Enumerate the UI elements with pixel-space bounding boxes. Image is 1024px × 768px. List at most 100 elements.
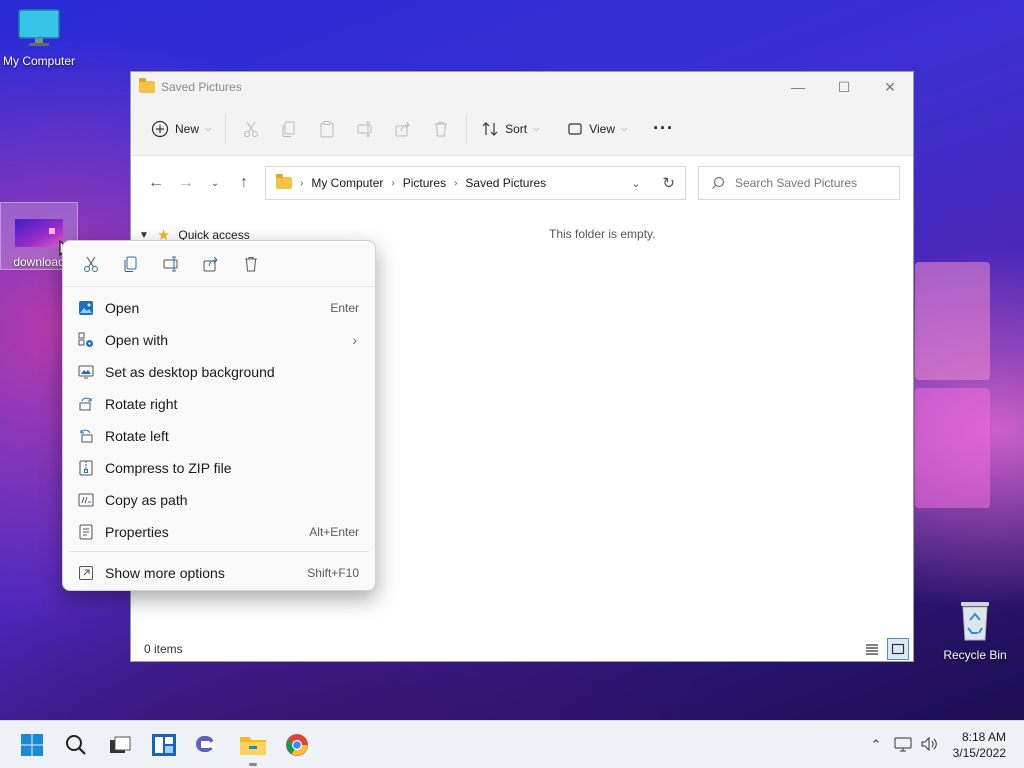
view-label: View xyxy=(589,121,615,136)
clock[interactable]: 8:18 AM 3/15/2022 xyxy=(953,729,1006,761)
context-share-button[interactable] xyxy=(195,248,227,280)
large-icons-view-button[interactable] xyxy=(887,638,909,660)
desktop-icon-my-computer[interactable]: My Computer xyxy=(1,8,77,68)
up-button[interactable]: ↑ xyxy=(229,168,259,198)
view-button[interactable]: View ⌵ xyxy=(559,113,635,145)
zip-icon xyxy=(79,460,93,476)
sort-button[interactable]: Sort ⌵ xyxy=(473,113,547,145)
menu-item-shortcut: Alt+Enter xyxy=(309,525,359,539)
address-controls: ⌄ ↻ xyxy=(631,167,675,199)
rename-button[interactable] xyxy=(350,114,380,144)
context-cut-button[interactable] xyxy=(75,248,107,280)
folder-icon xyxy=(276,174,292,189)
empty-folder-message: This folder is empty. xyxy=(549,227,656,241)
maximize-button[interactable]: ☐ xyxy=(821,72,867,102)
menu-item-open[interactable]: Open Enter xyxy=(69,293,369,323)
tiles-view-icon xyxy=(891,643,905,655)
menu-item-label: Rotate left xyxy=(105,428,169,444)
breadcrumb-separator: › xyxy=(391,177,395,189)
cut-button[interactable] xyxy=(236,114,266,144)
folder-icon xyxy=(139,78,155,93)
menu-item-properties[interactable]: Properties Alt+Enter xyxy=(69,517,369,547)
taskbar: ⌃ 8:18 AM 3/15/2022 xyxy=(0,720,1024,768)
details-view-button[interactable] xyxy=(861,638,883,660)
copy-button[interactable] xyxy=(274,114,304,144)
chevron-up-icon[interactable]: ⌃ xyxy=(866,737,886,753)
chevron-down-icon: ⌵ xyxy=(533,123,540,133)
refresh-button[interactable]: ↻ xyxy=(662,174,675,192)
delete-button[interactable] xyxy=(426,114,456,144)
close-button[interactable]: ✕ xyxy=(867,72,913,102)
menu-item-shortcut: Enter xyxy=(330,301,359,315)
recent-locations-button[interactable]: ⌄ xyxy=(201,168,229,198)
window-controls: — ☐ ✕ xyxy=(775,72,913,102)
monitor-icon xyxy=(18,9,60,46)
menu-item-show-more-options[interactable]: Show more options Shift+F10 xyxy=(69,558,369,588)
copy-icon xyxy=(282,121,295,137)
minimize-button[interactable]: — xyxy=(775,72,821,102)
breadcrumb-item[interactable]: Saved Pictures xyxy=(465,176,546,190)
search-box[interactable]: Search Saved Pictures xyxy=(698,166,900,200)
menu-item-label: Properties xyxy=(105,524,169,540)
search-icon xyxy=(712,176,725,189)
view-icon xyxy=(568,122,582,135)
paste-button[interactable] xyxy=(312,114,342,144)
image-thumbnail-icon xyxy=(15,219,63,247)
widgets-button[interactable] xyxy=(148,729,180,761)
clock-date: 3/15/2022 xyxy=(952,746,1006,760)
chrome-button[interactable] xyxy=(281,729,313,761)
menu-item-set-desktop-background[interactable]: Set as desktop background xyxy=(69,357,369,387)
menu-item-copy-as-path[interactable]: Copy as path xyxy=(69,485,369,515)
menu-item-compress-zip[interactable]: Compress to ZIP file xyxy=(69,453,369,483)
context-copy-button[interactable] xyxy=(115,248,147,280)
volume-icon[interactable] xyxy=(920,736,938,755)
start-button[interactable] xyxy=(16,729,48,761)
menu-item-rotate-left[interactable]: Rotate left xyxy=(69,421,369,451)
back-button[interactable]: ← xyxy=(141,168,171,198)
menu-item-label: Show more options xyxy=(105,565,225,581)
address-bar[interactable]: › My Computer › Pictures › Saved Picture… xyxy=(265,166,686,200)
arrow-left-icon: ← xyxy=(148,174,164,191)
share-icon xyxy=(395,121,410,136)
context-delete-button[interactable] xyxy=(235,248,267,280)
widgets-icon xyxy=(152,734,176,756)
network-icon[interactable] xyxy=(894,736,912,755)
menu-divider xyxy=(69,551,369,552)
chevron-down-icon: ⌄ xyxy=(210,177,220,189)
breadcrumb-separator: › xyxy=(300,177,304,189)
file-explorer-button[interactable] xyxy=(237,729,269,766)
layout-toggle xyxy=(861,638,909,660)
task-view-button[interactable] xyxy=(104,729,136,761)
chat-button[interactable] xyxy=(192,729,224,761)
search-button[interactable] xyxy=(60,729,92,761)
new-button[interactable]: New ⌵ xyxy=(143,113,219,145)
menu-item-open-with[interactable]: Open with › xyxy=(69,325,369,355)
breadcrumb-item[interactable]: My Computer xyxy=(311,176,383,190)
expand-icon xyxy=(79,566,93,580)
share-icon xyxy=(203,256,218,271)
breadcrumb-item[interactable]: Pictures xyxy=(403,176,446,190)
address-row: ← → ⌄ ↑ › My Computer › Pictures › Saved… xyxy=(131,156,913,210)
desktop-background-icon xyxy=(78,365,94,379)
address-dropdown-button[interactable]: ⌄ xyxy=(631,177,640,190)
context-rename-button[interactable] xyxy=(155,248,187,280)
rotate-right-icon xyxy=(79,397,92,411)
see-more-button[interactable]: ··· xyxy=(645,113,682,145)
title-bar[interactable]: Saved Pictures — ☐ ✕ xyxy=(131,72,913,102)
toolbar-divider xyxy=(225,113,227,144)
chat-icon xyxy=(196,736,215,752)
menu-item-label: Open with xyxy=(105,332,169,348)
forward-button[interactable]: → xyxy=(171,168,201,198)
share-button[interactable] xyxy=(388,114,418,144)
menu-item-label: Compress to ZIP file xyxy=(105,460,232,476)
desktop-icon-label: Recycle Bin xyxy=(943,648,1007,662)
chevron-down-icon: ⌵ xyxy=(620,123,628,133)
open-with-icon xyxy=(78,332,93,347)
clipboard-icon xyxy=(320,120,334,137)
copy-icon xyxy=(124,256,137,272)
more-dots-icon: ··· xyxy=(653,118,675,138)
menu-item-rotate-right[interactable]: Rotate right xyxy=(69,389,369,419)
photo-icon xyxy=(79,301,93,315)
menu-item-label: Set as desktop background xyxy=(105,364,275,380)
desktop-icon-recycle-bin[interactable]: Recycle Bin xyxy=(937,598,1013,662)
